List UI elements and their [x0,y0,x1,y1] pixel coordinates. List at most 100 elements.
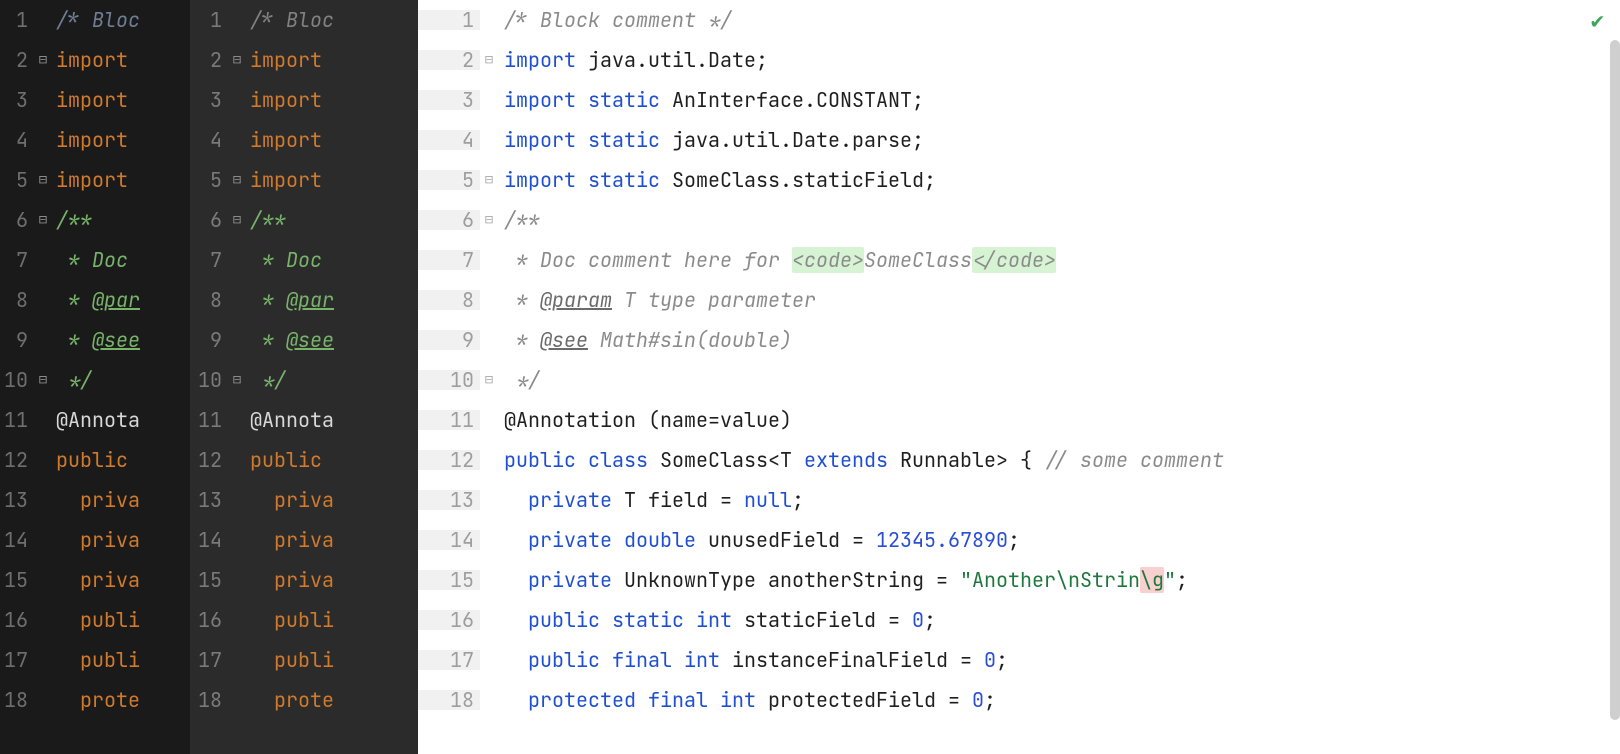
code-text[interactable]: prote [246,690,334,710]
code-text[interactable]: import static AnInterface.CONSTANT; [498,90,924,110]
code-text[interactable]: protected final int protectedField = 0; [498,690,996,710]
fold-icon[interactable]: ⊟ [480,213,498,227]
status-ok-icon[interactable]: ✔ [1591,10,1604,32]
line-number[interactable]: 16 [418,610,480,630]
code-line[interactable]: 18 prote [190,680,418,720]
code-text[interactable]: /* Bloc [246,10,334,30]
code-line[interactable]: 9 * @see [190,320,418,360]
code-text[interactable]: public final int instanceFinalField = 0; [498,650,1008,670]
line-number[interactable]: 7 [0,250,34,270]
line-number[interactable]: 3 [190,90,228,110]
line-number[interactable]: 18 [0,690,34,710]
code-line[interactable]: 1 /* Block comment */ [418,0,1620,40]
code-line[interactable]: 17 public final int instanceFinalField =… [418,640,1620,680]
line-number[interactable]: 5 [190,170,228,190]
line-number[interactable]: 17 [190,650,228,670]
code-line[interactable]: 4import static java.util.Date.parse; [418,120,1620,160]
code-text[interactable]: priva [246,530,334,550]
code-text[interactable]: @Annotation (name=value) [498,410,792,430]
code-text[interactable]: * @param T type parameter [498,290,816,310]
line-number[interactable]: 12 [0,450,34,470]
line-number[interactable]: 17 [418,650,480,670]
line-number[interactable]: 9 [0,330,34,350]
code-line[interactable]: 8 * @param T type parameter [418,280,1620,320]
code-line[interactable]: 4import [190,120,418,160]
code-line[interactable]: 12public class SomeClass<T extends Runna… [418,440,1620,480]
code-text[interactable]: private double unusedField = 12345.67890… [498,530,1020,550]
code-text[interactable]: * @see Math#sin(double) [498,330,792,350]
editor-column-light[interactable]: 1 /* Block comment */ 2⊟import java.util.D… [418,0,1620,754]
fold-icon[interactable]: ⊟ [34,213,52,227]
line-number[interactable]: 4 [0,130,34,150]
code-line[interactable]: 8 * @par [190,280,418,320]
code-line[interactable]: 14 private double unusedField = 12345.67… [418,520,1620,560]
code-line[interactable]: 7 * Doc [190,240,418,280]
fold-icon[interactable]: ⊟ [34,373,52,387]
code-line[interactable]: 3import static AnInterface.CONSTANT; [418,80,1620,120]
fold-icon[interactable]: ⊟ [480,53,498,67]
code-text[interactable]: import [246,130,322,150]
code-line[interactable]: 17 publi [190,640,418,680]
code-line[interactable]: 2⊟import [190,40,418,80]
code-text[interactable]: prote [52,690,140,710]
code-text[interactable]: * Doc [246,250,322,270]
code-line[interactable]: 7 * Doc comment here for <code>SomeClass… [418,240,1620,280]
line-number[interactable]: 13 [190,490,228,510]
line-number[interactable]: 14 [190,530,228,550]
code-text[interactable]: public class SomeClass<T extends Runnabl… [498,450,1224,470]
line-number[interactable]: 9 [190,330,228,350]
line-number[interactable]: 7 [190,250,228,270]
editor-column-dark-1[interactable]: 1/* Bloc2⊟import3import4import5⊟import6⊟… [0,0,190,754]
code-text[interactable]: priva [246,490,334,510]
code-line[interactable]: 16 public static int staticField = 0; [418,600,1620,640]
line-number[interactable]: 9 [418,330,480,350]
code-text[interactable]: * @par [246,290,334,310]
line-number[interactable]: 7 [418,250,480,270]
code-line[interactable]: 5⊟import static SomeClass.staticField; [418,160,1620,200]
code-line[interactable]: 14 priva [190,520,418,560]
code-text[interactable]: /** [246,210,286,230]
code-line[interactable]: 10⊟ */ [0,360,190,400]
code-text[interactable]: import [52,90,128,110]
line-number[interactable]: 15 [190,570,228,590]
code-text[interactable]: public [246,450,322,470]
line-number[interactable]: 2 [418,50,480,70]
code-text[interactable]: * Doc [52,250,128,270]
code-text[interactable]: priva [52,490,140,510]
code-text[interactable]: * Doc comment here for <code>SomeClass</… [498,250,1056,270]
line-number[interactable]: 8 [0,290,34,310]
code-line[interactable]: 1/* Bloc [190,0,418,40]
line-number[interactable]: 13 [418,490,480,510]
code-text[interactable]: /* Block comment */ [498,10,732,30]
code-line[interactable]: 6⊟/** [190,200,418,240]
line-number[interactable]: 16 [0,610,34,630]
scrollbar[interactable] [1610,40,1620,720]
line-number[interactable]: 5 [418,170,480,190]
code-line[interactable]: 2⊟import java.util.Date; [418,40,1620,80]
line-number[interactable]: 14 [418,530,480,550]
line-number[interactable]: 10 [0,370,34,390]
line-number[interactable]: 1 [418,10,480,30]
line-number[interactable]: 6 [418,210,480,230]
code-line[interactable]: 12public [190,440,418,480]
code-text[interactable]: priva [246,570,334,590]
code-line[interactable]: 16 publi [0,600,190,640]
code-line[interactable]: 16 publi [190,600,418,640]
code-line[interactable]: 14 priva [0,520,190,560]
line-number[interactable]: 10 [190,370,228,390]
code-line[interactable]: 3import [0,80,190,120]
code-text[interactable]: publi [246,610,334,630]
fold-icon[interactable]: ⊟ [34,173,52,187]
code-line[interactable]: 7 * Doc [0,240,190,280]
line-number[interactable]: 6 [190,210,228,230]
code-line[interactable]: 11@Annota [0,400,190,440]
code-line[interactable]: 2⊟import [0,40,190,80]
code-text[interactable]: /** [52,210,92,230]
code-text[interactable]: import [52,170,128,190]
line-number[interactable]: 14 [0,530,34,550]
code-line[interactable]: 13 priva [0,480,190,520]
code-text[interactable]: import static SomeClass.staticField; [498,170,936,190]
code-line[interactable]: 10⊟ */ [190,360,418,400]
code-line[interactable]: 10⊟ */ [418,360,1620,400]
line-number[interactable]: 11 [418,410,480,430]
